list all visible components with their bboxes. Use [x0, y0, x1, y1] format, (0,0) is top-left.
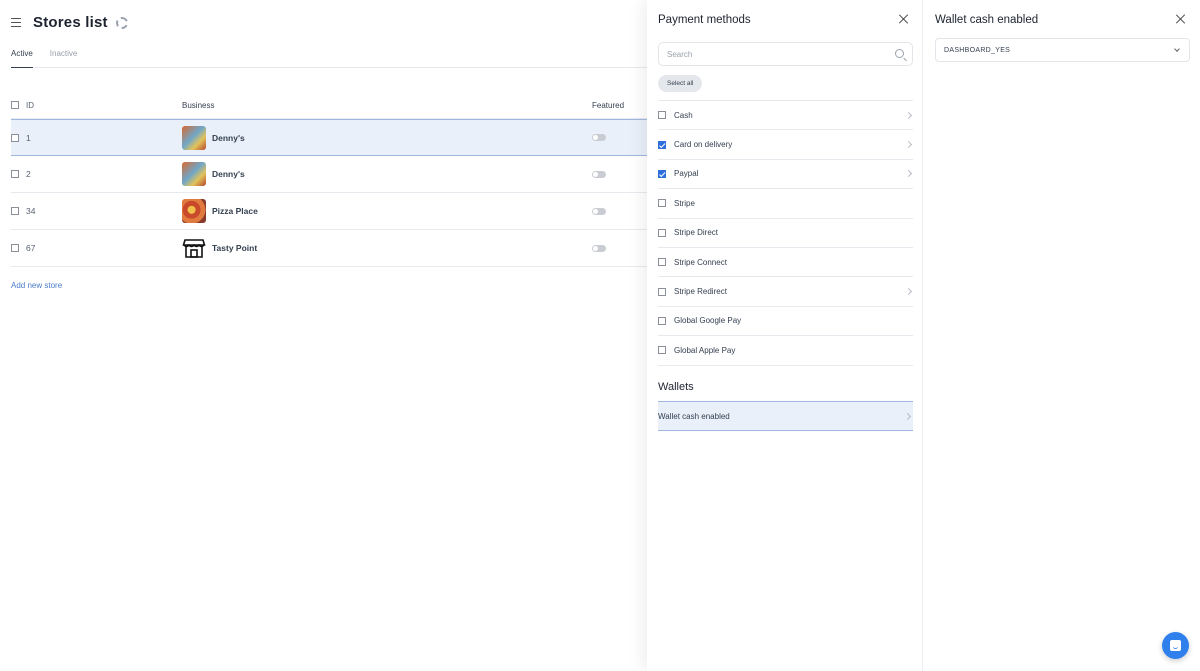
payment-methods-panel: Payment methods Search Select all Cash C… [647, 0, 923, 671]
select-all-button[interactable]: Select all [658, 75, 703, 92]
checkbox[interactable] [658, 228, 666, 237]
hamburger-menu-icon[interactable] [11, 17, 23, 28]
stores-table: ID Business Featured 1 Denny's 2 Denny's… [11, 92, 647, 267]
storefront-icon [182, 236, 206, 260]
chevron-right-icon [904, 287, 913, 296]
payment-method-label: Stripe Redirect [674, 287, 727, 297]
close-icon[interactable] [1176, 14, 1186, 24]
payment-method-label: Global Google Pay [674, 316, 742, 326]
search-icon [895, 49, 904, 58]
wallets-section-title: Wallets [658, 381, 694, 393]
table-row[interactable]: 67 Tasty Point [11, 230, 647, 267]
table-header: ID Business Featured [11, 92, 647, 119]
checkbox[interactable] [658, 258, 666, 267]
payment-method-stripe[interactable]: Stripe [658, 189, 913, 219]
store-name: Pizza Place [212, 206, 258, 216]
chevron-right-icon [904, 111, 913, 119]
store-id: 1 [26, 132, 31, 143]
featured-toggle[interactable] [592, 207, 606, 215]
featured-toggle[interactable] [592, 134, 606, 141]
close-icon[interactable] [899, 14, 909, 24]
store-name: Denny's [212, 132, 245, 143]
help-lifebuoy-icon[interactable] [115, 16, 128, 29]
featured-toggle[interactable] [592, 244, 606, 252]
wallet-cash-enabled-item[interactable]: Wallet cash enabled [658, 401, 913, 431]
payment-method-label: Stripe Direct [674, 228, 719, 238]
payment-method-label: Paypal [674, 169, 699, 179]
page-title: Stores list [33, 14, 108, 31]
row-checkbox[interactable] [11, 244, 19, 252]
payment-method-card-on-delivery[interactable]: Card on delivery [658, 130, 913, 160]
payment-method-global-apple-pay[interactable]: Global Apple Pay [658, 336, 913, 366]
payment-methods-list: Cash Card on delivery Paypal Stripe Stri… [658, 100, 913, 366]
store-id: 34 [26, 206, 36, 216]
panel-title: Wallet cash enabled [935, 14, 1039, 26]
chevron-right-icon [904, 141, 913, 149]
chat-icon [1170, 640, 1181, 651]
payment-method-label: Global Apple Pay [674, 345, 736, 355]
store-logo [182, 125, 206, 150]
checkbox[interactable] [658, 199, 666, 208]
payment-method-cash[interactable]: Cash [658, 101, 913, 131]
payment-method-label: Stripe Connect [674, 257, 727, 267]
store-id: 67 [26, 243, 36, 253]
search-placeholder: Search [667, 50, 693, 59]
store-logo [182, 162, 206, 186]
table-row[interactable]: 34 Pizza Place [11, 193, 647, 230]
row-checkbox[interactable] [11, 170, 19, 178]
wallet-item-label: Wallet cash enabled [658, 411, 730, 421]
stores-list-page: Stores list Active Inactive ID Business … [0, 0, 647, 671]
tab-active[interactable]: Active [11, 49, 33, 68]
payment-method-global-google-pay[interactable]: Global Google Pay [658, 307, 913, 337]
checkbox[interactable] [658, 111, 666, 120]
page-header: Stores list [11, 14, 128, 31]
status-tabs: Active Inactive [11, 49, 647, 68]
row-checkbox[interactable] [11, 133, 19, 142]
store-logo [182, 199, 206, 223]
panel-title: Payment methods [658, 14, 751, 26]
payment-method-label: Card on delivery [674, 140, 733, 150]
payment-method-stripe-redirect[interactable]: Stripe Redirect [658, 277, 913, 307]
chevron-right-icon [904, 170, 913, 178]
checkbox-checked[interactable] [658, 140, 666, 149]
table-row[interactable]: 1 Denny's [11, 119, 647, 156]
payment-method-paypal[interactable]: Paypal [658, 160, 913, 190]
wallet-cash-select[interactable]: DASHBOARD_YES [935, 38, 1190, 62]
chevron-down-icon [1174, 46, 1180, 52]
checkbox[interactable] [658, 346, 666, 355]
payment-method-stripe-direct[interactable]: Stripe Direct [658, 219, 913, 248]
payment-method-label: Cash [674, 110, 693, 120]
store-name: Tasty Point [212, 243, 258, 253]
column-header-id: ID [26, 100, 34, 110]
search-input[interactable]: Search [658, 42, 913, 66]
store-id: 2 [26, 169, 31, 179]
column-header-featured: Featured [592, 100, 625, 110]
chat-support-button[interactable] [1162, 632, 1189, 659]
row-checkbox[interactable] [11, 207, 19, 215]
tab-inactive[interactable]: Inactive [50, 49, 78, 68]
column-header-business: Business [182, 100, 215, 110]
wallet-cash-enabled-panel: Wallet cash enabled DASHBOARD_YES [923, 0, 1200, 671]
select-all-rows-checkbox[interactable] [11, 101, 19, 109]
table-row[interactable]: 2 Denny's [11, 156, 647, 193]
add-new-store-link[interactable]: Add new store [11, 281, 62, 290]
store-name: Denny's [212, 169, 245, 179]
selected-value: DASHBOARD_YES [944, 47, 1011, 54]
chevron-right-icon [903, 412, 912, 420]
featured-toggle[interactable] [592, 170, 606, 178]
payment-method-label: Stripe [674, 198, 695, 208]
payment-method-stripe-connect[interactable]: Stripe Connect [658, 248, 913, 278]
checkbox[interactable] [658, 287, 666, 296]
checkbox-checked[interactable] [658, 169, 666, 178]
checkbox[interactable] [658, 316, 666, 325]
